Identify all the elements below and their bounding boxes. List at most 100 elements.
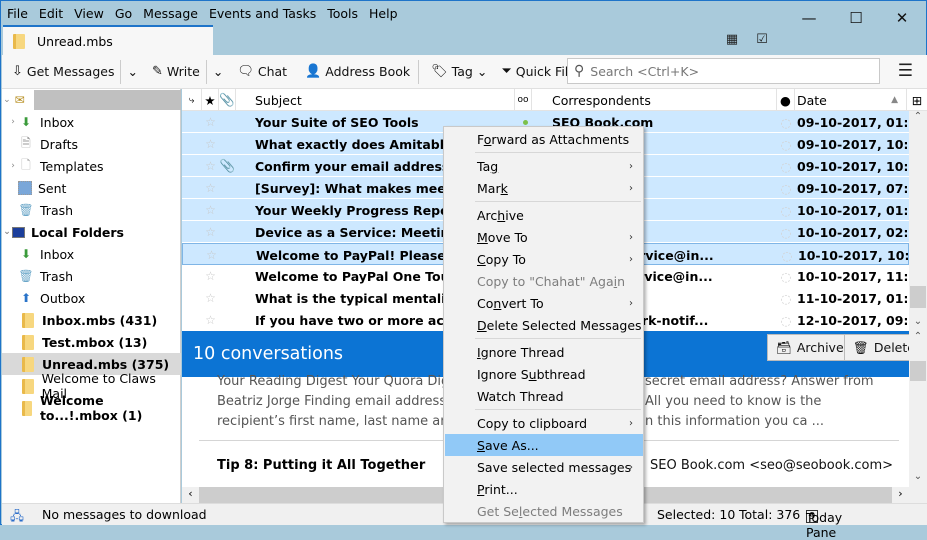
star-icon[interactable]: ☆ xyxy=(202,111,219,133)
scroll-thumb[interactable] xyxy=(910,361,926,381)
write-button[interactable]: ✎ Write xyxy=(148,59,204,85)
menu-help[interactable]: Help xyxy=(369,6,398,21)
menu-item-print[interactable]: Print... xyxy=(445,478,643,500)
junk-status-icon[interactable]: ◌ xyxy=(777,265,795,287)
submenu-arrow-icon: › xyxy=(629,461,633,473)
star-icon[interactable]: ☆ xyxy=(203,244,220,266)
archive-button[interactable]: 🗃 Archive xyxy=(767,334,853,361)
menu-item-save-selected-messages[interactable]: Save selected messages › xyxy=(445,456,643,478)
search-input[interactable]: ⚲ Search <Ctrl+K> xyxy=(567,58,880,84)
get-messages-button[interactable]: ⇩ Get Messages xyxy=(2,59,118,85)
search-placeholder: Search <Ctrl+K> xyxy=(590,63,700,79)
folder-welcome-mbox[interactable]: Welcome to...!.mbox (1) xyxy=(2,393,181,423)
junk-status-icon[interactable]: ◌ xyxy=(777,309,795,331)
star-icon[interactable]: ☆ xyxy=(202,309,219,331)
address-book-button[interactable]: 👤 Address Book xyxy=(301,59,414,85)
scroll-up-icon[interactable]: ⌃ xyxy=(909,331,927,342)
menu-item-archive[interactable]: Archive xyxy=(445,204,643,226)
menu-go[interactable]: Go xyxy=(115,6,132,21)
submenu-arrow-icon: › xyxy=(629,253,633,265)
unread-dot-icon xyxy=(523,120,528,125)
address-book-icon: 👤 xyxy=(305,64,322,79)
junk-status-icon[interactable]: ◌ xyxy=(777,177,795,199)
get-messages-dropdown[interactable]: ⌄ xyxy=(123,59,141,85)
folder-account[interactable]: ⌄ ✉ xyxy=(2,89,181,111)
preview-scrollbar[interactable]: ⌃ ⌄ xyxy=(909,331,927,503)
menu-tools[interactable]: Tools xyxy=(327,6,358,21)
menu-item-save-as[interactable]: Save As... xyxy=(445,434,643,456)
junk-status-icon[interactable]: ◌ xyxy=(777,111,795,133)
menu-item-copy-to[interactable]: Copy To › xyxy=(445,248,643,270)
folder-trash[interactable]: 🗑 Trash xyxy=(2,199,181,221)
message-subject[interactable]: Tip 8: Putting it All Together xyxy=(217,458,425,473)
folder-local-inbox[interactable]: ⬇ Inbox xyxy=(2,243,181,265)
column-picker-icon[interactable]: ⊞ xyxy=(907,89,927,111)
junk-status-icon[interactable]: ◌ xyxy=(777,199,795,221)
folder-icon xyxy=(22,378,34,394)
menu-item-delete-selected-messages[interactable]: Delete Selected Messages xyxy=(445,314,643,336)
star-icon[interactable]: ☆ xyxy=(202,287,219,309)
folder-drafts[interactable]: 🗎 Drafts xyxy=(2,133,181,155)
calendar-icon[interactable]: ▦ xyxy=(723,30,741,48)
tab-unread-mbs[interactable]: Unread.mbs xyxy=(3,25,213,56)
folder-sent[interactable]: Sent xyxy=(2,177,181,199)
star-icon[interactable]: ☆ xyxy=(202,155,219,177)
column-subject[interactable]: Subject xyxy=(236,89,515,111)
star-icon[interactable]: ☆ xyxy=(202,133,219,155)
folder-inbox-mbs[interactable]: Inbox.mbs (431) xyxy=(2,309,181,331)
attachment-column-icon[interactable]: 📎 xyxy=(219,89,236,111)
scroll-left-icon[interactable]: ‹ xyxy=(182,487,199,503)
folder-test-mbox[interactable]: Test.mbox (13) xyxy=(2,331,181,353)
folder-local-trash[interactable]: 🗑 Trash xyxy=(2,265,181,287)
menu-item-move-to[interactable]: Move To › xyxy=(445,226,643,248)
menu-view[interactable]: View xyxy=(74,6,104,21)
column-correspondents[interactable]: Correspondents xyxy=(532,89,777,111)
menu-separator xyxy=(475,152,641,153)
scroll-up-icon[interactable]: ⌃ xyxy=(909,111,927,122)
star-column-icon[interactable]: ★ xyxy=(202,89,219,111)
read-status-column-icon[interactable]: oo xyxy=(515,89,532,111)
menu-file[interactable]: File xyxy=(7,6,28,21)
menu-item-watch-thread[interactable]: Watch Thread xyxy=(445,385,643,407)
thread-scrollbar[interactable]: ⌃ ⌄ xyxy=(909,111,927,331)
scroll-down-icon[interactable]: ⌄ xyxy=(909,471,927,482)
folder-local-folders[interactable]: ⌄ Local Folders xyxy=(2,221,181,243)
chat-button[interactable]: 🗨 Chat xyxy=(233,59,291,85)
address-book-label: Address Book xyxy=(325,64,411,79)
column-date[interactable]: Date ▲ xyxy=(795,89,907,111)
tasks-icon[interactable]: ☑ xyxy=(753,30,771,48)
star-icon[interactable]: ☆ xyxy=(202,177,219,199)
menu-message[interactable]: Message xyxy=(143,6,198,21)
folder-templates[interactable]: › 🗋 Templates xyxy=(2,155,181,177)
junk-status-icon[interactable]: ◌ xyxy=(777,221,795,243)
menu-item-ignore-subthread[interactable]: Ignore Subthread xyxy=(445,363,643,385)
menu-item-label: Mark xyxy=(477,180,508,196)
menu-item-copy-to-clipboard[interactable]: Copy to clipboard › xyxy=(445,412,643,434)
menu-item-convert-to[interactable]: Convert To › xyxy=(445,292,643,314)
scroll-right-icon[interactable]: › xyxy=(892,487,909,503)
menu-item-forward-as-attachments[interactable]: Forward as Attachments xyxy=(445,128,643,150)
menu-item-label: Print... xyxy=(477,481,518,497)
star-icon[interactable]: ☆ xyxy=(202,265,219,287)
menu-item-ignore-thread[interactable]: Ignore Thread xyxy=(445,341,643,363)
app-menu-icon[interactable]: ☰ xyxy=(898,61,913,81)
folder-outbox[interactable]: ⬆ Outbox xyxy=(2,287,181,309)
menu-item-tag[interactable]: Tag › xyxy=(445,155,643,177)
scroll-down-icon[interactable]: ⌄ xyxy=(909,316,927,327)
menu-item-copy-to-chahat-again: Copy to "Chahat" Again xyxy=(445,270,643,292)
junk-status-icon[interactable]: ◌ xyxy=(777,287,795,309)
menu-events-tasks[interactable]: Events and Tasks xyxy=(209,6,316,21)
scroll-thumb[interactable] xyxy=(910,286,926,308)
junk-status-icon[interactable]: ◌ xyxy=(777,155,795,177)
star-icon[interactable]: ☆ xyxy=(202,221,219,243)
menu-item-mark[interactable]: Mark › xyxy=(445,177,643,199)
thread-column-icon[interactable]: ⤷ xyxy=(182,89,202,111)
folder-inbox[interactable]: › ⬇ Inbox xyxy=(2,111,181,133)
menu-edit[interactable]: Edit xyxy=(39,6,63,21)
tag-button[interactable]: 🏷 Tag ⌄ xyxy=(427,59,491,85)
write-dropdown[interactable]: ⌄ xyxy=(209,59,227,85)
junk-status-icon[interactable]: ◌ xyxy=(777,133,795,155)
star-icon[interactable]: ☆ xyxy=(202,199,219,221)
junk-column-icon[interactable]: ● xyxy=(777,89,795,111)
junk-status-icon[interactable]: ◌ xyxy=(778,244,796,266)
